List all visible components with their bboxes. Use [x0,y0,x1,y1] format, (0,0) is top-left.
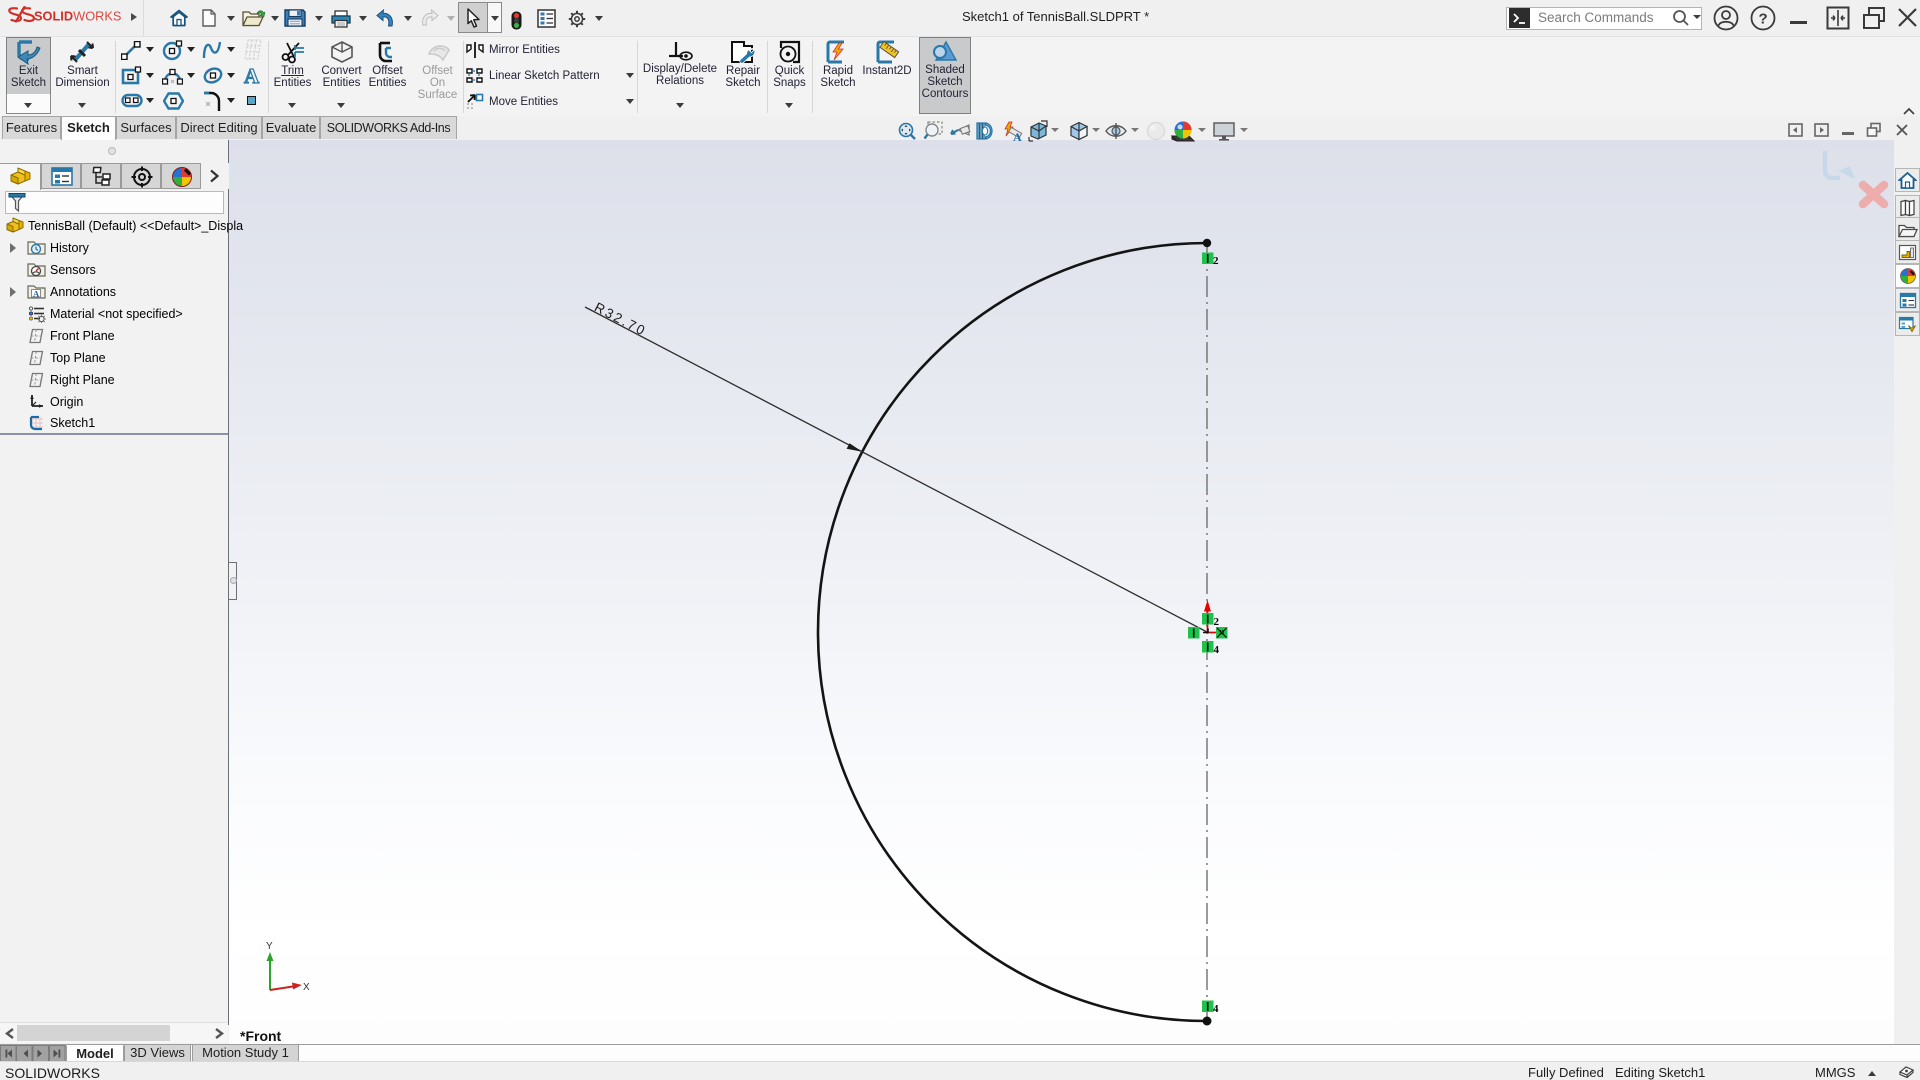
svg-text:A: A [1013,130,1022,142]
svg-text:A: A [33,289,40,299]
svg-text:?: ? [1759,11,1768,28]
svg-text:A: A [244,65,260,86]
svg-text:Y: Y [266,941,273,952]
svg-text:X: X [303,982,310,993]
svg-text:SOLIDWORKS: SOLIDWORKS [34,9,121,24]
